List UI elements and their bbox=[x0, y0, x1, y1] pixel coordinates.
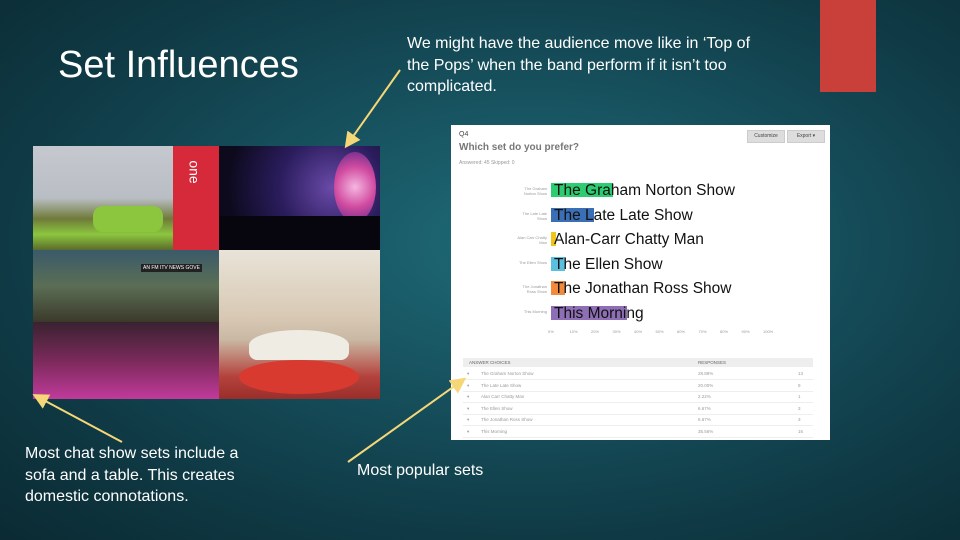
survey-results-screenshot: Q4 Which set do you prefer? Answered: 45… bbox=[451, 125, 830, 440]
expand-icon[interactable]: ▾ bbox=[467, 414, 469, 425]
bar-option-label: The Jonathan Ross Show bbox=[554, 280, 732, 298]
table-cell-count: 13 bbox=[798, 371, 804, 376]
table-cell-percent: 2.22% bbox=[698, 394, 711, 399]
axis-tick-label: 70% bbox=[698, 329, 707, 334]
table-cell-percent: 6.67% bbox=[698, 417, 711, 422]
table-cell-choice: The Jonathan Ross Show bbox=[481, 417, 533, 422]
axis-tick-label: 50% bbox=[655, 329, 664, 334]
table-cell-count: 3 bbox=[798, 417, 801, 422]
export-button[interactable]: Export ▾ bbox=[787, 130, 825, 143]
question-number: Q4 bbox=[459, 131, 469, 138]
axis-tick-label: 40% bbox=[634, 329, 643, 334]
bar-small-label: Alan Carr Chatty Man bbox=[517, 235, 547, 246]
bar-small-label: This Morning bbox=[523, 309, 547, 314]
table-cell-count: 1 bbox=[798, 394, 801, 399]
accent-bar bbox=[820, 0, 876, 92]
table-row: ▾ This Morning 35.56% 16 bbox=[463, 426, 813, 438]
col-responses: RESPONSES bbox=[698, 360, 727, 365]
customize-button[interactable]: Customize bbox=[747, 130, 785, 143]
bar-row: The Ellen Show The Ellen Show bbox=[519, 255, 766, 273]
axis-tick-label: 60% bbox=[677, 329, 686, 334]
table-cell-choice: The Ellen Show bbox=[481, 405, 513, 411]
bar-row: The Late Late Show The Late Late Show bbox=[522, 206, 766, 224]
bar-option-label: Alan-Carr Chatty Man bbox=[554, 231, 704, 249]
table-row: ▾ The Graham Norton Show 28.89% 13 bbox=[463, 368, 813, 380]
table-cell-percent: 20.00% bbox=[698, 382, 714, 388]
bar-small-label: The Jonathan Ross Show bbox=[522, 284, 547, 295]
table-cell-count: 16 bbox=[798, 428, 804, 434]
axis-tick-label: 100% bbox=[763, 329, 774, 334]
photo-concert-stage bbox=[219, 146, 380, 250]
bottom-left-note: Most chat show sets include a sofa and a… bbox=[25, 445, 239, 505]
arrow-to-stage-photo bbox=[344, 69, 401, 149]
axis-tick-label: 10% bbox=[569, 329, 578, 334]
most-popular-caption: Most popular sets bbox=[357, 462, 484, 479]
bar-small-label: The Ellen Show bbox=[518, 259, 547, 265]
set-photo-collage: one AN FM ITV NEWS GOVE bbox=[33, 146, 380, 399]
expand-icon[interactable]: ▾ bbox=[467, 403, 469, 414]
bar-option-label: The Graham Norton Show bbox=[554, 182, 735, 199]
table-cell-choice: The Graham Norton Show bbox=[481, 371, 534, 376]
slide-title: Set Influences bbox=[58, 44, 299, 86]
photo-white-sofa-set bbox=[219, 250, 380, 399]
bar-chart: The Graham Norton Show The Graham Norton … bbox=[517, 180, 766, 322]
expand-icon[interactable]: ▾ bbox=[467, 368, 469, 379]
table-cell-choice: The Late Late Show bbox=[481, 382, 522, 388]
axis-tick-label: 20% bbox=[591, 329, 600, 334]
bar-small-label: The Graham Norton Show bbox=[523, 186, 547, 196]
col-answer-choices: ANSWER CHOICES bbox=[469, 360, 511, 365]
table-row: ▾ The Ellen Show 6.67% 3 bbox=[463, 403, 813, 415]
table-cell-percent: 28.89% bbox=[698, 371, 714, 376]
table-cell-choice: This Morning bbox=[481, 428, 508, 434]
bar-row: The Graham Norton Show The Graham Norton … bbox=[524, 182, 766, 199]
table-cell-count: 3 bbox=[798, 405, 801, 411]
axis-tick-label: 30% bbox=[612, 329, 621, 334]
table-cell-choice: Alan Carr Chatty Man bbox=[481, 394, 525, 399]
bar-option-label: The Ellen Show bbox=[554, 255, 663, 273]
axis-tick-label: 80% bbox=[720, 329, 729, 334]
bar-row: This Morning This Morning bbox=[524, 305, 766, 322]
table-header: ANSWER CHOICES RESPONSES bbox=[463, 358, 813, 367]
axis-tick-label: 0% bbox=[548, 329, 554, 334]
bar-option-label: The Late Late Show bbox=[554, 206, 693, 224]
table-cell-percent: 6.67% bbox=[698, 405, 711, 411]
question-title: Which set do you prefer? bbox=[459, 142, 580, 153]
table-row: ▾ Alan Carr Chatty Man 2.22% 1 bbox=[463, 391, 813, 403]
bar-row: Alan Carr Chatty Man Alan-Carr Chatty Man bbox=[517, 231, 766, 249]
bar-row: The Jonathan Ross Show The Jonathan Ross … bbox=[523, 280, 766, 298]
photo-news-studio: AN FM ITV NEWS GOVE bbox=[33, 250, 219, 322]
table-cell-count: 9 bbox=[798, 382, 801, 388]
expand-icon[interactable]: ▾ bbox=[467, 426, 469, 437]
top-note: We might have the audience move like in … bbox=[407, 35, 751, 95]
expand-icon[interactable]: ▾ bbox=[467, 391, 469, 402]
bar-option-label: This Morning bbox=[554, 305, 644, 322]
bar-small-label: The Late Late Show bbox=[522, 210, 547, 221]
table-cell-percent: 35.56% bbox=[698, 428, 714, 434]
expand-icon[interactable]: ▾ bbox=[467, 380, 469, 391]
photo-purple-set bbox=[33, 322, 219, 399]
table-row: ▾ The Jonathan Ross Show 6.67% 3 bbox=[463, 414, 813, 426]
photo-label-one: one bbox=[186, 160, 203, 184]
photo-green-sofa-set: one bbox=[33, 146, 219, 250]
photo-label-news: AN FM ITV NEWS GOVE bbox=[141, 264, 202, 272]
answered-count: Answered: 45 Skipped: 0 bbox=[459, 160, 515, 166]
table-row: ▾ The Late Late Show 20.00% 9 bbox=[463, 380, 813, 392]
axis-tick-label: 90% bbox=[741, 329, 750, 334]
arrow-to-sofa-photo bbox=[32, 394, 123, 443]
